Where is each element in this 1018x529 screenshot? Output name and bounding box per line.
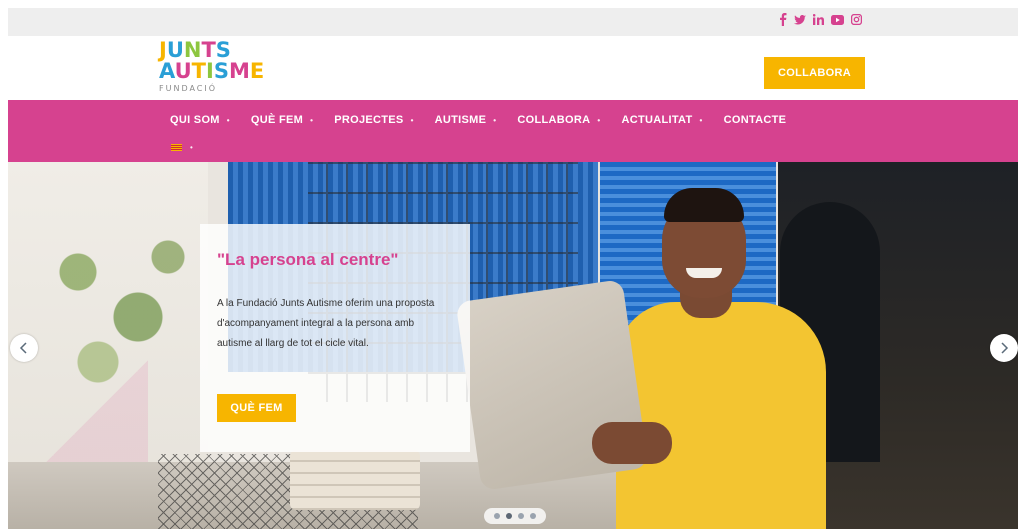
nav-item-label: CONTACTE xyxy=(723,114,787,126)
nav-item-label: QUÈ FEM xyxy=(250,114,304,126)
chevron-down-icon: • xyxy=(597,115,601,125)
slider-dot[interactable] xyxy=(494,513,500,519)
hero-image-person xyxy=(616,302,826,529)
slider-dot[interactable] xyxy=(518,513,524,519)
chevron-down-icon: • xyxy=(699,115,703,125)
logo-line-2: AUTISME xyxy=(159,61,279,82)
flag-icon xyxy=(171,144,182,151)
youtube-icon[interactable] xyxy=(831,14,844,25)
chevron-left-icon xyxy=(19,342,27,354)
nav-item-autisme[interactable]: AUTISME • xyxy=(435,114,497,126)
instagram-icon[interactable] xyxy=(851,14,862,25)
logo-letter: U xyxy=(174,59,192,83)
chevron-down-icon: • xyxy=(226,115,230,125)
logo-letter: T xyxy=(191,59,206,83)
nav-item-label: QUI SOM xyxy=(170,114,220,126)
logo-subtitle: FUNDACIÓ xyxy=(159,84,218,93)
chevron-down-icon: • xyxy=(190,143,193,152)
nav-item-projectes[interactable]: PROJECTES • xyxy=(334,114,413,126)
slider-dot-active[interactable] xyxy=(506,513,512,519)
collabora-button[interactable]: COLLABORA xyxy=(764,57,865,89)
nav-item-label: COLLABORA xyxy=(517,114,591,126)
nav-item-contacte[interactable]: CONTACTE xyxy=(724,114,787,126)
logo-letter: M xyxy=(228,59,250,83)
next-slide-button[interactable] xyxy=(990,334,1018,362)
nav-item-que-fem[interactable]: QUÈ FEM • xyxy=(251,114,313,126)
hero-image-person xyxy=(664,188,744,222)
twitter-icon[interactable] xyxy=(794,14,806,25)
hero-image-cushions xyxy=(290,450,420,510)
slide-text: A la Fundació Junts Autisme oferim una p… xyxy=(217,298,435,349)
nav-item-label: ACTUALITAT xyxy=(621,114,693,126)
prev-slide-button[interactable] xyxy=(10,334,38,362)
main-nav: QUI SOM • QUÈ FEM • PROJECTES • AUTISME … xyxy=(8,100,1018,162)
site-header: JUNTS AUTISME FUNDACIÓ COLLABORA xyxy=(8,36,1018,100)
slide-title: "La persona al centre" xyxy=(217,250,399,269)
logo-letter: E xyxy=(249,59,265,83)
chevron-down-icon: • xyxy=(410,115,414,125)
slider-pagination xyxy=(484,508,546,524)
logo-line-1: JUNTS xyxy=(159,40,279,61)
chevron-down-icon: • xyxy=(493,115,497,125)
nav-item-label: PROJECTES xyxy=(334,114,404,126)
page: JUNTS AUTISME FUNDACIÓ COLLABORA QUI SOM… xyxy=(0,0,1018,529)
logo-letter: I xyxy=(206,59,214,83)
language-selector[interactable]: • xyxy=(171,143,193,152)
logo-letter: A xyxy=(159,59,175,83)
que-fem-button[interactable]: QUÈ FEM xyxy=(217,394,296,422)
top-bar xyxy=(8,8,1018,36)
slider-dot[interactable] xyxy=(530,513,536,519)
hero-image-person xyxy=(686,268,722,278)
chevron-down-icon: • xyxy=(310,115,314,125)
hero-slider: "La persona al centre" A la Fundació Jun… xyxy=(8,162,1018,529)
hero-image-person xyxy=(592,422,672,464)
nav-item-actualitat[interactable]: ACTUALITAT • xyxy=(621,114,702,126)
logo-letter: S xyxy=(213,59,229,83)
slide-caption: "La persona al centre" A la Fundació Jun… xyxy=(200,224,470,452)
nav-item-collabora[interactable]: COLLABORA • xyxy=(517,114,600,126)
nav-item-qui-som[interactable]: QUI SOM • xyxy=(170,114,230,126)
logo[interactable]: JUNTS AUTISME FUNDACIÓ xyxy=(159,40,279,96)
linkedin-icon[interactable] xyxy=(813,14,824,25)
facebook-icon[interactable] xyxy=(779,13,787,26)
nav-menu: QUI SOM • QUÈ FEM • PROJECTES • AUTISME … xyxy=(170,114,786,126)
nav-item-label: AUTISME xyxy=(434,114,487,126)
chevron-right-icon xyxy=(1001,342,1009,354)
social-links xyxy=(779,13,862,26)
